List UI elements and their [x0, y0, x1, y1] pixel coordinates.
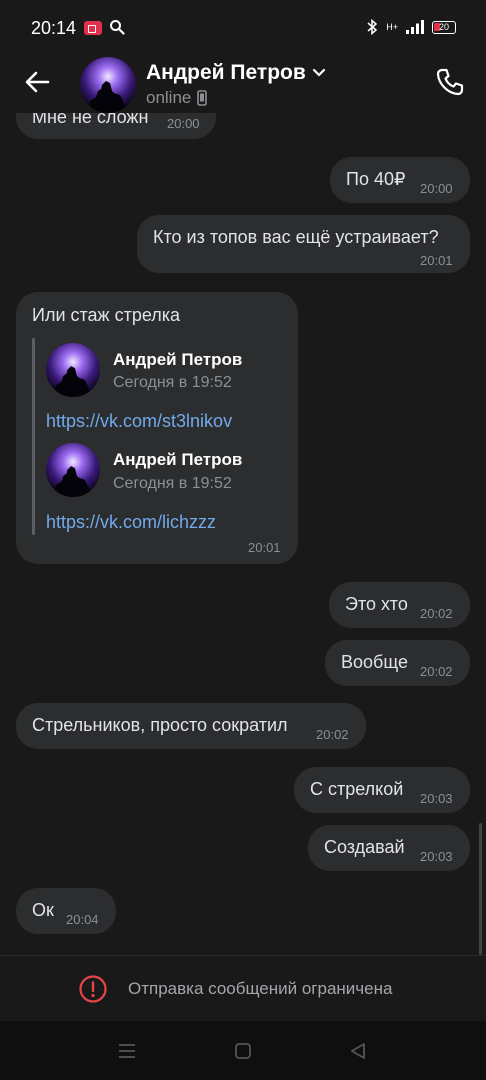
message-text: Создавай [324, 837, 405, 857]
forwarded-avatar[interactable] [46, 443, 100, 497]
battery-icon: 20 [432, 20, 456, 34]
message-incoming-forwarded[interactable]: Или стаж стрелка Андрей Петров Сегодня в… [16, 292, 298, 564]
contact-status-text: online [146, 88, 192, 107]
forwarded-author[interactable]: Андрей Петров [113, 350, 242, 370]
status-time: 20:14 [31, 18, 77, 38]
bluetooth-icon [367, 19, 378, 35]
message-time: 20:00 [420, 181, 453, 196]
message-outgoing[interactable]: Вообще 20:02 [325, 640, 470, 686]
forwarded-date: Сегодня в 19:52 [113, 475, 232, 492]
message-text: Кто из топов вас ещё устраивает? [153, 227, 439, 247]
contact-status: online [146, 88, 208, 108]
message-list[interactable]: Мне не сложн 20:00 По 40₽ 20:00 Кто из т… [0, 113, 486, 955]
message-text: С стрелкой [310, 779, 404, 799]
system-nav-bar [0, 1021, 486, 1080]
message-incoming[interactable]: Ок 20:04 [16, 888, 116, 934]
message-outgoing[interactable]: Кто из топов вас ещё устраивает? 20:01 [137, 215, 470, 273]
contact-name-text: Андрей Петров [146, 61, 306, 84]
home-icon[interactable] [233, 1041, 253, 1061]
contact-name[interactable]: Андрей Петров [146, 61, 326, 85]
message-time: 20:00 [167, 116, 200, 131]
forward-bar [32, 338, 35, 535]
message-outgoing[interactable]: Это хто 20:02 [329, 582, 470, 628]
back-arrow-icon[interactable] [22, 66, 54, 98]
message-time: 20:02 [420, 606, 453, 621]
phone-call-icon[interactable] [434, 66, 466, 98]
message-time: 20:01 [248, 540, 281, 555]
message-time: 20:03 [420, 791, 453, 806]
message-text: Мне не сложн [32, 113, 149, 127]
message-time: 20:02 [316, 727, 349, 742]
forwarded-author[interactable]: Андрей Петров [113, 450, 242, 470]
forwarded-avatar[interactable] [46, 343, 100, 397]
message-time: 20:04 [66, 912, 99, 927]
message-text: Или стаж стрелка [32, 305, 181, 325]
network-type: H+ [386, 22, 398, 32]
message-text: По 40₽ [346, 169, 406, 189]
message-time: 20:03 [420, 849, 453, 864]
forwarded-date: Сегодня в 19:52 [113, 374, 232, 391]
forwarded-link[interactable]: https://vk.com/st3lnikov [46, 411, 232, 432]
message-incoming[interactable]: Мне не сложн 20:00 [16, 113, 216, 139]
chat-header: Андрей Петров online [0, 57, 486, 113]
message-incoming[interactable]: Стрельников, просто сократил 20:02 [16, 703, 366, 749]
message-text: Стрельников, просто сократил [32, 715, 288, 735]
message-outgoing[interactable]: По 40₽ 20:00 [330, 157, 470, 203]
signal-icon [406, 20, 424, 34]
status-icons: H+ 20 [366, 19, 456, 35]
notice-text: Отправка сообщений ограничена [128, 979, 393, 998]
status-bar: 20:14 H+ 20 [0, 0, 486, 58]
message-text: Вообще [341, 652, 408, 672]
mobile-device-icon [197, 90, 208, 106]
scrollbar[interactable] [479, 823, 482, 955]
back-triangle-icon[interactable] [348, 1041, 368, 1061]
message-outgoing[interactable]: С стрелкой 20:03 [294, 767, 470, 813]
alert-circle-icon [79, 975, 107, 1003]
messaging-restricted-notice: Отправка сообщений ограничена [0, 955, 486, 1021]
message-text: Это хто [345, 594, 408, 614]
chevron-down-icon [312, 68, 325, 77]
battery-level: 20 [438, 21, 449, 32]
message-time: 20:02 [420, 664, 453, 679]
message-outgoing[interactable]: Создавай 20:03 [308, 825, 470, 871]
menu-icon[interactable] [117, 1041, 137, 1061]
message-time: 20:01 [420, 253, 453, 268]
search-icon [110, 20, 125, 35]
forwarded-link[interactable]: https://vk.com/lichzzz [46, 512, 216, 533]
screen-record-icon [84, 21, 102, 35]
contact-avatar[interactable] [80, 57, 136, 113]
message-text: Ок [32, 900, 54, 920]
